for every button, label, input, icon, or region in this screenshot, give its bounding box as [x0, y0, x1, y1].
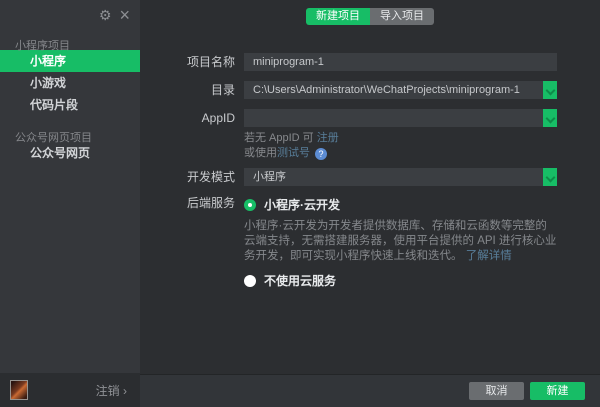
- settings-gear-icon[interactable]: ⚙: [99, 7, 112, 23]
- dialog-footer: 取消 新建: [140, 374, 600, 407]
- cloud-dev-description: 小程序·云开发为开发者提供数据库、存储和云函数等完整的云端支持，无需搭建服务器，…: [244, 219, 557, 264]
- help-question-icon[interactable]: ?: [315, 148, 327, 160]
- logout-link[interactable]: 注销 ›: [96, 382, 127, 399]
- project-name-row: 项目名称: [140, 53, 600, 71]
- appid-label: AppID: [140, 109, 235, 127]
- appid-help-testaccount: 或使用 测试号?: [244, 147, 600, 160]
- sidebar-item-code-snippet[interactable]: 代码片段: [0, 94, 140, 116]
- dev-mode-row: 开发模式 小程序: [140, 168, 600, 186]
- appid-help-register: 若无 AppID 可 注册: [244, 132, 600, 145]
- new-project-form: 项目名称 目录 C:\Users\Administrator\WeChatPro…: [140, 53, 600, 289]
- sidebar-titlebar: ⚙ ×: [0, 0, 140, 24]
- project-name-input[interactable]: [244, 53, 557, 71]
- cancel-button[interactable]: 取消: [469, 382, 524, 400]
- directory-label: 目录: [140, 81, 235, 99]
- backend-service-row: 后端服务 小程序·云开发 小程序·云开发为开发者提供数据库、存储和云函数等完整的…: [140, 196, 600, 289]
- radio-cloud-dev-label: 小程序·云开发: [264, 196, 340, 213]
- sidebar-footer: 注销 ›: [0, 373, 140, 407]
- user-avatar[interactable]: [10, 380, 28, 400]
- directory-dropdown-button[interactable]: [543, 81, 557, 99]
- radio-unselected-icon[interactable]: [244, 275, 256, 287]
- chevron-right-icon: ›: [123, 384, 127, 398]
- directory-row: 目录 C:\Users\Administrator\WeChatProjects…: [140, 81, 600, 99]
- register-link[interactable]: 注册: [317, 132, 339, 144]
- appid-input[interactable]: [244, 109, 557, 127]
- dev-mode-dropdown-button[interactable]: [543, 168, 557, 186]
- sidebar-section-miniprogram-projects: 小程序项目: [0, 37, 140, 50]
- dev-mode-label: 开发模式: [140, 168, 235, 186]
- tab-new-project[interactable]: 新建项目: [306, 8, 370, 25]
- radio-selected-icon[interactable]: [244, 199, 256, 211]
- sidebar-item-miniprogram[interactable]: 小程序: [0, 50, 140, 72]
- sidebar-item-official-account-web[interactable]: 公众号网页: [0, 142, 140, 164]
- project-name-label: 项目名称: [140, 53, 235, 71]
- appid-dropdown-button[interactable]: [543, 109, 557, 127]
- sidebar: ⚙ × 小程序项目 小程序 小游戏 代码片段 公众号网页项目 公众号网页 注销 …: [0, 0, 140, 407]
- close-icon[interactable]: ×: [119, 7, 130, 23]
- new-project-dialog: ⚙ × 小程序项目 小程序 小游戏 代码片段 公众号网页项目 公众号网页 注销 …: [0, 0, 600, 407]
- sidebar-section-official-account-projects: 公众号网页项目: [0, 129, 140, 142]
- learn-more-link[interactable]: 了解详情: [466, 250, 512, 262]
- sidebar-item-minigame[interactable]: 小游戏: [0, 72, 140, 94]
- dev-mode-select[interactable]: 小程序: [244, 168, 557, 186]
- radio-cloud-dev[interactable]: 小程序·云开发: [244, 196, 564, 213]
- radio-no-cloud[interactable]: 不使用云服务: [244, 272, 564, 289]
- directory-input[interactable]: C:\Users\Administrator\WeChatProjects\mi…: [244, 81, 557, 99]
- project-tabs: 新建项目 导入项目: [306, 8, 434, 25]
- backend-service-label: 后端服务: [140, 196, 235, 289]
- test-account-link[interactable]: 测试号: [277, 147, 310, 160]
- radio-no-cloud-label: 不使用云服务: [264, 272, 336, 289]
- appid-row: AppID: [140, 109, 600, 127]
- tab-import-project[interactable]: 导入项目: [370, 8, 434, 25]
- main-panel: 新建项目 导入项目 项目名称 目录 C:\Users\Administrator…: [140, 0, 600, 407]
- create-button[interactable]: 新建: [530, 382, 585, 400]
